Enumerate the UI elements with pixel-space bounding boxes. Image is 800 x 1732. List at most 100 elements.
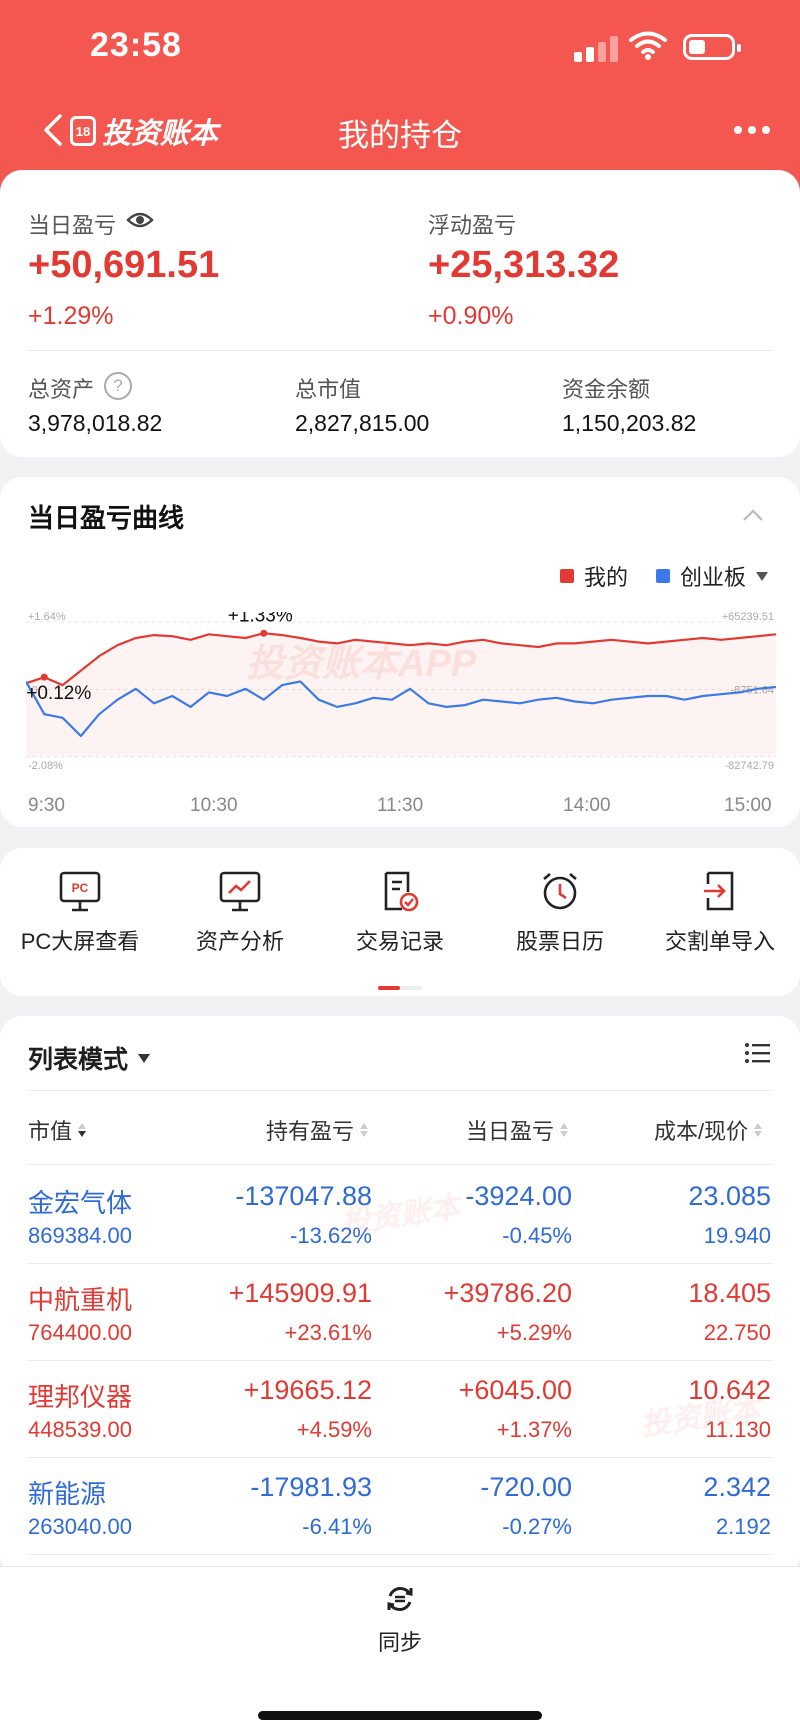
float-pl-pct: +0.90% (428, 302, 514, 330)
stock-hold-pl: +19665.12 (243, 1375, 372, 1405)
menu-pc-view-label: PC大屏查看 (20, 929, 140, 954)
column-header-market-value[interactable]: 市值 (28, 1114, 87, 1146)
menu-pc-view[interactable]: PC PC大屏查看 (0, 870, 160, 956)
divider (28, 1090, 772, 1091)
collapse-chevron-icon[interactable] (742, 508, 764, 522)
holding-row[interactable]: 中航重机 764400.00 +145909.91 +23.61% +39786.20 +… (0, 1264, 800, 1361)
cash-balance-value: 1,150,203.82 (562, 410, 697, 436)
battery-icon (683, 34, 741, 60)
menu-import-statement[interactable]: 交割单导入 (640, 870, 800, 956)
column-label: 持有盈亏 (266, 1119, 355, 1144)
column-header-day-pl[interactable]: 当日盈亏 (466, 1114, 569, 1146)
stock-day-pct: +5.29% (496, 1320, 572, 1345)
axis-label: +65239.51 (722, 612, 774, 623)
annotation-point (40, 673, 48, 681)
menu-trade-records-label: 交易记录 (355, 929, 444, 954)
daily-pl-chart[interactable]: +1.64%-0.-2.08%+65239.51-8751.64-82742.7… (26, 612, 776, 792)
holding-row[interactable]: 金宏气体 869384.00 -137047.88 -13.62% -3924.00 -0… (0, 1167, 800, 1264)
home-indicator (258, 1711, 542, 1720)
stock-day-pct: -0.45% (502, 1223, 572, 1248)
column-header-cost-price[interactable]: 成本/现价 (654, 1114, 763, 1146)
sync-label[interactable]: 同步 (0, 1625, 800, 1657)
daily-pl-pct: +1.29% (28, 302, 114, 330)
sort-icon (360, 1123, 369, 1137)
menu-stock-calendar-label: 股票日历 (515, 929, 604, 954)
column-label: 当日盈亏 (466, 1119, 555, 1144)
market-value-value: 2,827,815.00 (295, 410, 430, 436)
axis-label: +1.64% (28, 612, 66, 623)
daily-pl-label: 当日盈亏 (28, 213, 117, 238)
stock-day-pl: +39786.20 (443, 1278, 572, 1308)
stock-name: 新能源 (28, 1479, 107, 1509)
stock-hold-pct: +4.59% (296, 1417, 372, 1442)
stock-market-value: 764400.00 (28, 1320, 132, 1345)
x-tick: 14:00 (563, 795, 611, 816)
annotation-point (260, 629, 268, 637)
bottom-bar: 同步 (0, 1566, 800, 1732)
stock-market-value: 869384.00 (28, 1223, 132, 1248)
x-tick: 10:30 (190, 795, 238, 816)
stock-hold-pl: -137047.88 (235, 1181, 372, 1211)
chart-title: 当日盈亏曲线 (28, 503, 185, 533)
holding-row[interactable]: 新能源 263040.00 -17981.93 -6.41% -720.00 -0.27%… (0, 1458, 800, 1555)
stock-hold-pct: +23.61% (284, 1320, 372, 1345)
cash-balance-label: 资金余额 (562, 377, 651, 402)
sync-icon[interactable] (384, 1583, 416, 1615)
menu-stock-calendar[interactable]: 股票日历 (480, 870, 640, 956)
stock-cost: 10.642 (688, 1375, 771, 1405)
market-value-label: 总市值 (295, 377, 362, 402)
axis-label: -82742.79 (724, 760, 774, 772)
cellular-signal-icon (574, 34, 620, 62)
stock-hold-pl: -17981.93 (250, 1472, 372, 1502)
stock-name: 中航重机 (28, 1285, 133, 1315)
column-header-hold-pl[interactable]: 持有盈亏 (266, 1114, 369, 1146)
legend-swatch-blue (656, 569, 670, 583)
column-label: 成本/现价 (654, 1119, 749, 1144)
float-pl-label: 浮动盈亏 (428, 213, 517, 238)
document-check-icon (384, 871, 419, 912)
stock-name: 理邦仪器 (28, 1382, 133, 1412)
total-assets-value: 3,978,018.82 (28, 410, 163, 436)
alarm-clock-icon (543, 873, 577, 910)
status-bar: 23:58 (0, 0, 800, 96)
stock-market-value: 448539.00 (28, 1417, 132, 1442)
menu-asset-analysis[interactable]: 资产分析 (160, 870, 320, 956)
stock-hold-pl: +145909.91 (228, 1278, 372, 1308)
more-options-icon[interactable] (734, 126, 770, 134)
legend-gem-label: 创业板 (680, 565, 747, 590)
stock-day-pl: -3924.00 (465, 1181, 572, 1211)
stock-price: 19.940 (703, 1223, 771, 1248)
list-mode-dropdown[interactable]: 列表模式 (28, 1040, 151, 1076)
chart-series (26, 632, 776, 757)
daily-pl-value: +50,691.51 (28, 244, 220, 286)
x-tick: 15:00 (724, 795, 772, 816)
legend-gem-dropdown[interactable]: 创业板 (656, 560, 769, 592)
dropdown-triangle-icon (138, 1053, 151, 1063)
pc-monitor-icon: PC (59, 871, 101, 912)
status-time: 23:58 (90, 26, 182, 64)
sort-icon (754, 1123, 763, 1137)
sort-icon (560, 1123, 569, 1137)
stock-day-pct: +1.37% (496, 1417, 572, 1442)
stock-day-pct: -0.27% (502, 1514, 572, 1539)
stock-day-pl: +6045.00 (458, 1375, 572, 1405)
stock-market-value: 263040.00 (28, 1514, 132, 1539)
menu-trade-records[interactable]: 交易记录 (320, 870, 480, 956)
divider (28, 1554, 772, 1555)
x-tick: 9:30 (28, 795, 65, 816)
help-icon[interactable]: ? (104, 372, 132, 400)
list-view-icon[interactable] (744, 1042, 770, 1064)
chart-monitor-icon (219, 871, 261, 912)
column-label: 市值 (28, 1119, 73, 1144)
stock-hold-pct: -13.62% (290, 1223, 372, 1248)
divider (28, 350, 772, 351)
menu-asset-analysis-label: 资产分析 (195, 929, 284, 954)
stock-day-pl: -720.00 (480, 1472, 572, 1502)
stock-cost: 18.405 (688, 1278, 771, 1308)
stock-price: 22.750 (703, 1320, 771, 1345)
holding-row[interactable]: 理邦仪器 448539.00 +19665.12 +4.59% +6045.00 +1.3… (0, 1361, 800, 1458)
legend-mine[interactable]: 我的 (560, 560, 628, 592)
sort-icon (78, 1123, 87, 1137)
eye-icon[interactable] (126, 208, 154, 232)
nav-bar: 18 投资账本 我的持仓 (0, 96, 800, 166)
